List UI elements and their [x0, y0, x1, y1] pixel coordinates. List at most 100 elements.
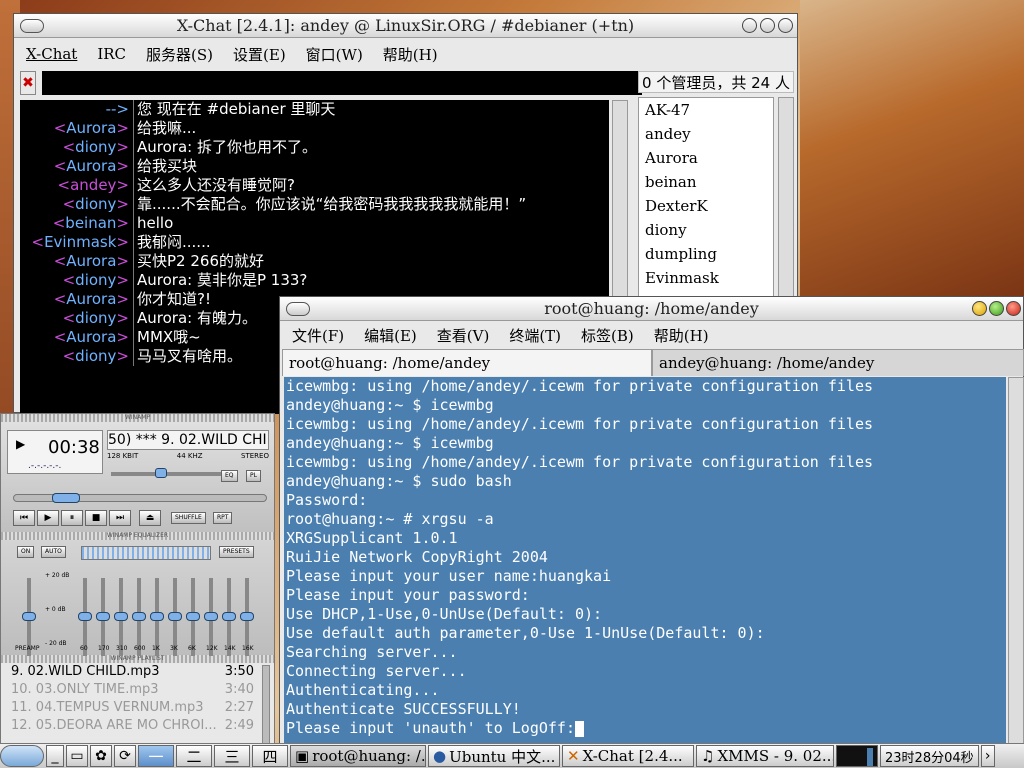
menu-window[interactable]: 窗口(W) — [306, 44, 363, 65]
chat-nick[interactable]: diony — [75, 347, 116, 365]
topic-lock-icon[interactable]: ✖ — [20, 71, 36, 95]
minimize-icon[interactable] — [972, 301, 987, 316]
terminal-prompt-line[interactable]: Please input 'unauth' to LogOff: — [286, 719, 1006, 738]
show-desktop-icon[interactable]: _ — [46, 745, 64, 767]
balance-slider[interactable] — [185, 472, 221, 476]
playlist-row[interactable]: 10. 03.ONLY TIME.mp3 3:40 — [1, 681, 274, 699]
chat-nick[interactable]: diony — [75, 271, 116, 289]
user-list-item[interactable]: diony — [639, 218, 773, 242]
playlist-toggle-button[interactable]: PL — [246, 470, 261, 482]
playlist-row[interactable]: 9. 02.WILD CHILD.mp3 3:50 — [1, 663, 274, 681]
start-menu-button[interactable] — [0, 745, 44, 767]
clock[interactable]: 23时28分04秒 — [880, 745, 979, 767]
eq-knob[interactable] — [150, 612, 164, 621]
play-icon[interactable]: ▶ — [37, 510, 59, 526]
eq-knob[interactable] — [168, 612, 182, 621]
user-list-item[interactable]: beinan — [639, 170, 773, 194]
playlist-scrollbar[interactable] — [262, 665, 270, 747]
xchat-titlebar[interactable]: X-Chat [2.4.1]: andey @ LinuxSir.ORG / #… — [14, 14, 797, 38]
task-browser[interactable]: ● Ubuntu 中文... — [428, 745, 560, 767]
eq-knob[interactable] — [186, 612, 200, 621]
chat-nick[interactable]: Aurora — [66, 328, 116, 346]
window-menu-icon[interactable] — [20, 19, 44, 33]
chat-nick[interactable]: Evinmask — [44, 233, 116, 251]
eq-knob[interactable] — [22, 612, 36, 621]
maximize-icon[interactable] — [989, 301, 1004, 316]
user-list-item[interactable]: Evinmask — [639, 266, 773, 290]
previous-icon[interactable]: ⏮ — [13, 510, 35, 526]
seek-knob[interactable] — [52, 493, 80, 503]
playlist-titlebar[interactable]: WINAMP PLAYLIST — [1, 655, 274, 663]
user-list-item[interactable]: DexterK — [639, 194, 773, 218]
browser-launcher-icon[interactable]: ✿ — [90, 745, 112, 767]
pause-icon[interactable]: ⏸ — [61, 510, 83, 526]
workspace-3[interactable]: 三 — [214, 745, 250, 767]
eq-knob[interactable] — [78, 612, 92, 621]
stop-icon[interactable]: ■ — [85, 510, 107, 526]
workspace-2[interactable]: 二 — [176, 745, 212, 767]
eject-icon[interactable]: ⏏ — [139, 510, 161, 526]
menu-server[interactable]: 服务器(S) — [146, 44, 213, 65]
terminal-titlebar[interactable]: root@huang: /home/andey — [280, 297, 1023, 321]
elapsed-time[interactable]: 00:38 — [48, 437, 100, 458]
chat-nick[interactable]: andey — [70, 176, 116, 194]
user-list-item[interactable]: dumpling — [639, 242, 773, 266]
menu-terminal[interactable]: 终端(T) — [509, 325, 561, 346]
eq-on-button[interactable]: ON — [17, 546, 35, 558]
menu-help[interactable]: 帮助(H) — [383, 44, 438, 65]
window-menu-icon[interactable] — [286, 302, 310, 316]
chat-nick[interactable]: Aurora — [66, 119, 116, 137]
topic-input[interactable] — [42, 71, 642, 95]
user-list-item[interactable]: AK-47 — [639, 98, 773, 122]
chat-nick[interactable]: diony — [75, 309, 116, 327]
chat-nick[interactable]: Aurora — [66, 252, 116, 270]
workspace-4[interactable]: 四 — [252, 745, 288, 767]
chat-nick[interactable]: Aurora — [66, 290, 116, 308]
chat-nick[interactable]: diony — [75, 195, 116, 213]
task-xchat[interactable]: ✕ X-Chat [2.4... — [562, 745, 694, 767]
close-icon[interactable] — [1006, 301, 1021, 316]
user-list-item[interactable]: andey — [639, 122, 773, 146]
menu-view[interactable]: 查看(V) — [437, 325, 490, 346]
chat-nick[interactable]: beinan — [65, 214, 116, 232]
eq-knob[interactable] — [204, 612, 218, 621]
window-list-icon[interactable]: ▭ — [66, 745, 88, 767]
playlist-row[interactable]: 11. 04.TEMPUS VERNUM.mp3 2:27 — [1, 699, 274, 717]
network-launcher-icon[interactable]: ⟳ — [114, 745, 136, 767]
tab-andey[interactable]: andey@huang: /home/andey — [652, 349, 1024, 376]
task-terminal[interactable]: ▣ root@huang: /... — [290, 745, 426, 767]
chat-nick[interactable]: Aurora — [66, 157, 116, 175]
shuffle-button[interactable]: SHUFFLE — [171, 512, 206, 524]
maximize-icon[interactable] — [760, 18, 775, 33]
terminal-output[interactable]: icewmbg: using /home/andey/.icewm for pr… — [284, 377, 1006, 745]
next-icon[interactable]: ⏭ — [109, 510, 131, 526]
eq-knob[interactable] — [96, 612, 110, 621]
eq-knob[interactable] — [132, 612, 146, 621]
volume-knob[interactable] — [155, 468, 167, 478]
close-icon[interactable] — [778, 18, 793, 33]
eq-knob[interactable] — [222, 612, 236, 621]
workspace-1[interactable]: 一 — [138, 745, 174, 767]
terminal-scrollbar[interactable] — [1008, 377, 1024, 745]
menu-irc[interactable]: IRC — [97, 45, 126, 63]
repeat-button[interactable]: RPT — [213, 512, 233, 524]
seek-bar[interactable] — [13, 493, 267, 503]
user-list-item[interactable]: Aurora — [639, 146, 773, 170]
eq-knob[interactable] — [114, 612, 128, 621]
equalizer-titlebar[interactable]: WINAMP EQUALIZER — [1, 532, 274, 540]
chat-nick[interactable]: diony — [75, 138, 116, 156]
eq-presets-button[interactable]: PRESETS — [219, 546, 254, 558]
taskbar-scroll-right-icon[interactable]: › — [980, 745, 995, 767]
minimize-icon[interactable] — [742, 18, 757, 33]
menu-help[interactable]: 帮助(H) — [654, 325, 709, 346]
menu-file[interactable]: 文件(F) — [292, 325, 344, 346]
eq-knob[interactable] — [240, 612, 254, 621]
eq-auto-button[interactable]: AUTO — [41, 546, 66, 558]
tab-root[interactable]: root@huang: /home/andey — [282, 349, 652, 376]
task-xmms[interactable]: ♫ XMMS - 9. 02.... — [696, 745, 834, 767]
xmms-titlebar[interactable]: WINAMP — [1, 414, 274, 422]
menu-xchat[interactable]: X-Chat — [26, 45, 77, 63]
playlist-row[interactable]: 12. 05.DEORA ARE MO CHROI... 2:49 — [1, 717, 274, 735]
eq-toggle-button[interactable]: EQ — [221, 470, 238, 482]
menu-edit[interactable]: 编辑(E) — [364, 325, 417, 346]
